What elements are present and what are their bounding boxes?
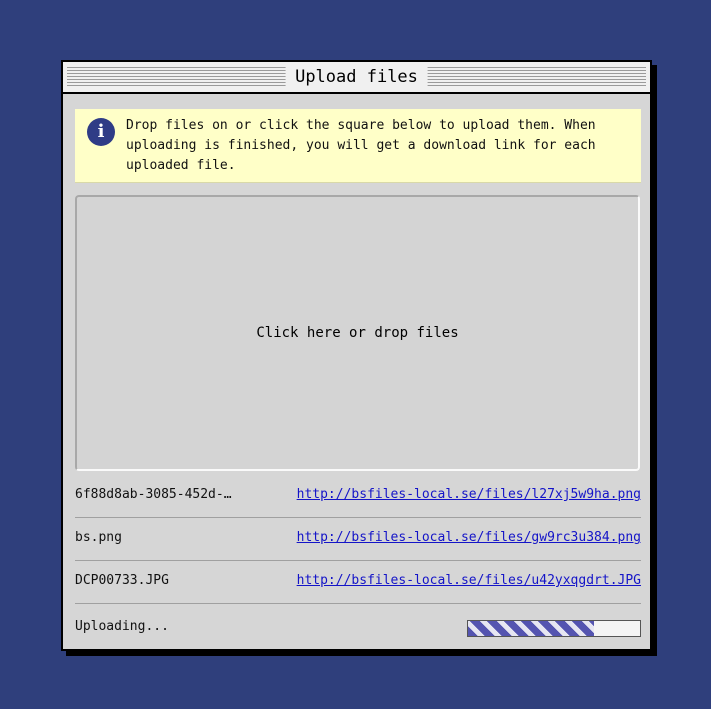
file-row: bs.png http://bsfiles-local.se/files/gw9… (75, 518, 641, 561)
file-download-link[interactable]: http://bsfiles-local.se/files/u42yxqgdrt… (297, 573, 641, 588)
file-download-link[interactable]: http://bsfiles-local.se/files/l27xj5w9ha… (297, 487, 641, 502)
file-row: DCP00733.JPG http://bsfiles-local.se/fil… (75, 561, 641, 604)
file-row: 6f88d8ab-3085-452d-… http://bsfiles-loca… (75, 475, 641, 518)
file-name: bs.png (75, 530, 122, 545)
info-text: Drop files on or click the square below … (126, 118, 596, 173)
file-drop-zone[interactable]: Click here or drop files (75, 195, 640, 471)
file-download-link[interactable]: http://bsfiles-local.se/files/gw9rc3u384… (297, 530, 641, 545)
drop-zone-label: Click here or drop files (256, 325, 459, 341)
file-name: DCP00733.JPG (75, 573, 169, 588)
upload-status-row: Uploading... (75, 611, 641, 643)
upload-progress-bar (467, 620, 641, 637)
file-name: 6f88d8ab-3085-452d-… (75, 487, 232, 502)
upload-window: Upload files i Drop files on or click th… (61, 60, 652, 651)
upload-progress-fill (468, 621, 594, 636)
title-bar[interactable]: Upload files (63, 62, 650, 94)
upload-status-text: Uploading... (75, 619, 169, 634)
info-icon: i (87, 118, 115, 146)
info-box: i Drop files on or click the square belo… (75, 109, 641, 183)
window-title: Upload files (285, 65, 428, 89)
